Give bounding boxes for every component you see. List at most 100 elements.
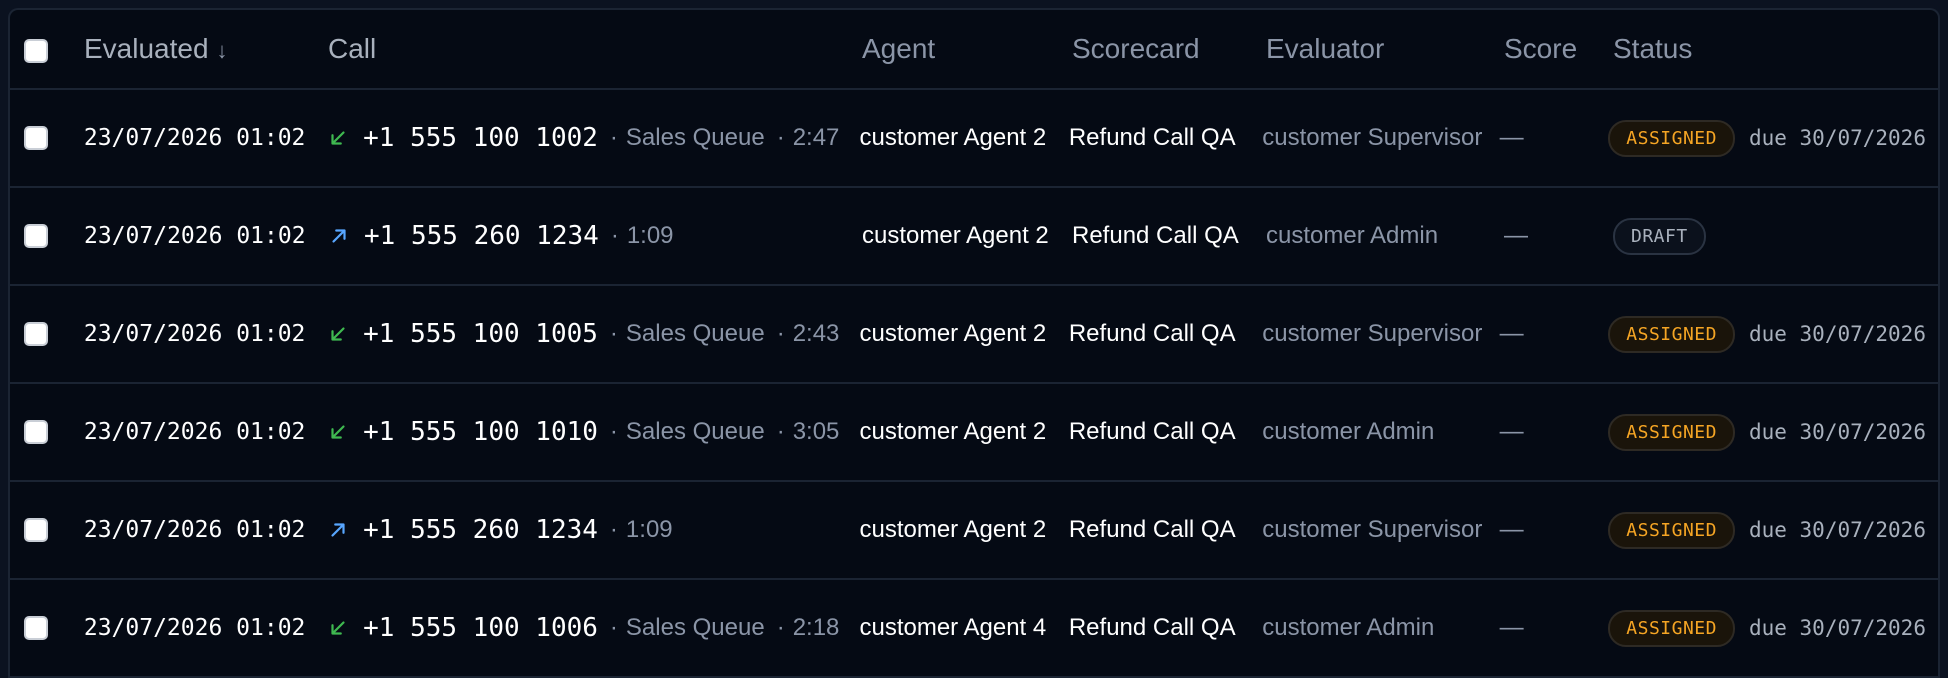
select-all-checkbox[interactable]: [24, 38, 48, 63]
call-cell[interactable]: +1 555 260 1234 · 1:09: [327, 515, 859, 545]
status-badge: ASSIGNED: [1608, 315, 1735, 353]
agent-name: customer Agent 2: [859, 124, 1047, 151]
call-cell[interactable]: +1 555 100 1002 · Sales Queue · 2:47: [327, 123, 859, 153]
scorecard-name: Refund Call QA: [1068, 124, 1236, 151]
due-date: due 30/07/2026: [1748, 616, 1926, 640]
column-header-evaluated[interactable]: Evaluated ↓: [84, 33, 328, 65]
arrow-down-left-icon: [331, 131, 345, 145]
row-checkbox[interactable]: [24, 126, 48, 150]
evaluator-name: customer Admin: [1266, 222, 1439, 249]
arrow-down-icon: ↓: [216, 38, 228, 63]
evaluator-name: customer Admin: [1262, 418, 1435, 445]
score-value: —: [1499, 516, 1524, 543]
call-cell[interactable]: +1 555 100 1005 · Sales Queue · 2:43: [327, 319, 859, 349]
table-row[interactable]: 23/07/2026 01:02 +1 555 100 1005 · Sales …: [10, 286, 1938, 384]
row-select-cell: [10, 518, 84, 542]
column-header-evaluator[interactable]: Evaluator: [1266, 33, 1504, 65]
status-badge: ASSIGNED: [1608, 119, 1735, 157]
table-body: 23/07/2026 01:02 +1 555 100 1002 · Sales …: [10, 90, 1938, 678]
arrow-down-left-icon: [331, 425, 345, 439]
status-cell: ASSIGNED due 30/07/2026: [1608, 609, 1938, 647]
score-value: —: [1499, 124, 1524, 151]
call-cell[interactable]: +1 555 260 1234 · 1:09: [328, 221, 862, 251]
queue-name: · Sales Queue: [609, 614, 765, 641]
due-date: due 30/07/2026: [1748, 518, 1926, 542]
row-select-cell: [10, 322, 84, 346]
scorecard-name: Refund Call QA: [1068, 614, 1236, 641]
status-cell: ASSIGNED due 30/07/2026: [1608, 315, 1938, 353]
scorecard-name: Refund Call QA: [1072, 222, 1239, 249]
row-select-cell: [10, 224, 84, 248]
evaluated-date: 23/07/2026 01:02: [83, 125, 306, 151]
scorecard-name: Refund Call QA: [1068, 320, 1236, 347]
arrow-up-right-icon: [331, 523, 345, 537]
arrow-up-right-icon: [332, 229, 346, 243]
status-badge: ASSIGNED: [1608, 609, 1735, 647]
evaluated-date: 23/07/2026 01:02: [83, 419, 306, 445]
table-row[interactable]: 23/07/2026 01:02 +1 555 100 1010 · Sales …: [10, 384, 1938, 482]
phone-number: +1 555 260 1234: [363, 515, 598, 545]
table-row[interactable]: 23/07/2026 01:02 +1 555 100 1006 · Sales …: [10, 580, 1938, 678]
call-cell[interactable]: +1 555 100 1006 · Sales Queue · 2:18: [327, 613, 859, 643]
queue-name: · Sales Queue: [609, 124, 765, 151]
status-badge: ASSIGNED: [1608, 511, 1735, 549]
row-checkbox[interactable]: [24, 518, 48, 542]
table-row[interactable]: 23/07/2026 01:02 +1 555 260 1234 · 1:09 c…: [10, 482, 1938, 580]
column-header-agent[interactable]: Agent: [862, 33, 1072, 65]
select-all-cell: [10, 33, 84, 65]
column-header-evaluated-label: Evaluated: [84, 33, 209, 64]
evaluator-name: customer Admin: [1262, 614, 1435, 641]
due-date: due 30/07/2026: [1748, 420, 1926, 444]
due-date: due 30/07/2026: [1748, 322, 1926, 346]
column-header-score[interactable]: Score: [1504, 33, 1613, 65]
row-checkbox[interactable]: [24, 322, 48, 346]
row-select-cell: [10, 616, 84, 640]
agent-name: customer Agent 2: [862, 222, 1049, 249]
table-row[interactable]: 23/07/2026 01:02 +1 555 260 1234 · 1:09 c…: [10, 188, 1938, 286]
status-cell: ASSIGNED due 30/07/2026: [1608, 119, 1938, 157]
agent-name: customer Agent 2: [859, 516, 1047, 543]
status-badge: ASSIGNED: [1608, 413, 1735, 451]
agent-name: customer Agent 2: [859, 320, 1047, 347]
row-checkbox[interactable]: [24, 616, 48, 640]
row-checkbox[interactable]: [24, 420, 48, 444]
evaluator-name: customer Supervisor: [1262, 516, 1483, 543]
status-cell: DRAFT: [1613, 217, 1938, 255]
evaluated-date: 23/07/2026 01:02: [83, 517, 306, 543]
evaluated-date: 23/07/2026 01:02: [83, 615, 306, 641]
score-value: —: [1504, 222, 1528, 249]
arrow-down-left-icon: [331, 621, 345, 635]
call-cell[interactable]: +1 555 100 1010 · Sales Queue · 3:05: [327, 417, 859, 447]
agent-name: customer Agent 4: [859, 614, 1047, 641]
due-date: due 30/07/2026: [1748, 126, 1926, 150]
queue-name: · Sales Queue: [609, 320, 765, 347]
score-value: —: [1499, 614, 1524, 641]
column-header-scorecard[interactable]: Scorecard: [1072, 33, 1266, 65]
table-row[interactable]: 23/07/2026 01:02 +1 555 100 1002 · Sales …: [10, 90, 1938, 188]
call-duration: · 2:18: [776, 614, 840, 641]
evaluated-date: 23/07/2026 01:02: [84, 223, 306, 249]
score-value: —: [1499, 418, 1524, 445]
status-cell: ASSIGNED due 30/07/2026: [1608, 413, 1938, 451]
status-cell: ASSIGNED due 30/07/2026: [1608, 511, 1938, 549]
call-duration: · 2:47: [776, 124, 840, 151]
evaluations-table: Evaluated ↓ Call Agent Scorecard Evaluato…: [8, 8, 1940, 678]
scorecard-name: Refund Call QA: [1068, 516, 1236, 543]
call-duration: · 1:09: [610, 222, 674, 249]
scorecard-name: Refund Call QA: [1068, 418, 1236, 445]
call-duration: · 1:09: [609, 516, 673, 543]
row-select-cell: [10, 420, 84, 444]
evaluated-date: 23/07/2026 01:02: [83, 321, 306, 347]
agent-name: customer Agent 2: [859, 418, 1047, 445]
column-header-status[interactable]: Status: [1613, 33, 1938, 65]
call-duration: · 2:43: [776, 320, 840, 347]
evaluator-name: customer Supervisor: [1262, 320, 1483, 347]
row-select-cell: [10, 126, 84, 150]
phone-number: +1 555 100 1005: [363, 319, 598, 349]
status-badge: DRAFT: [1613, 217, 1706, 255]
score-value: —: [1499, 320, 1524, 347]
column-header-call[interactable]: Call: [328, 33, 862, 65]
row-checkbox[interactable]: [24, 224, 48, 248]
evaluator-name: customer Supervisor: [1262, 124, 1483, 151]
queue-name: · Sales Queue: [609, 418, 765, 445]
